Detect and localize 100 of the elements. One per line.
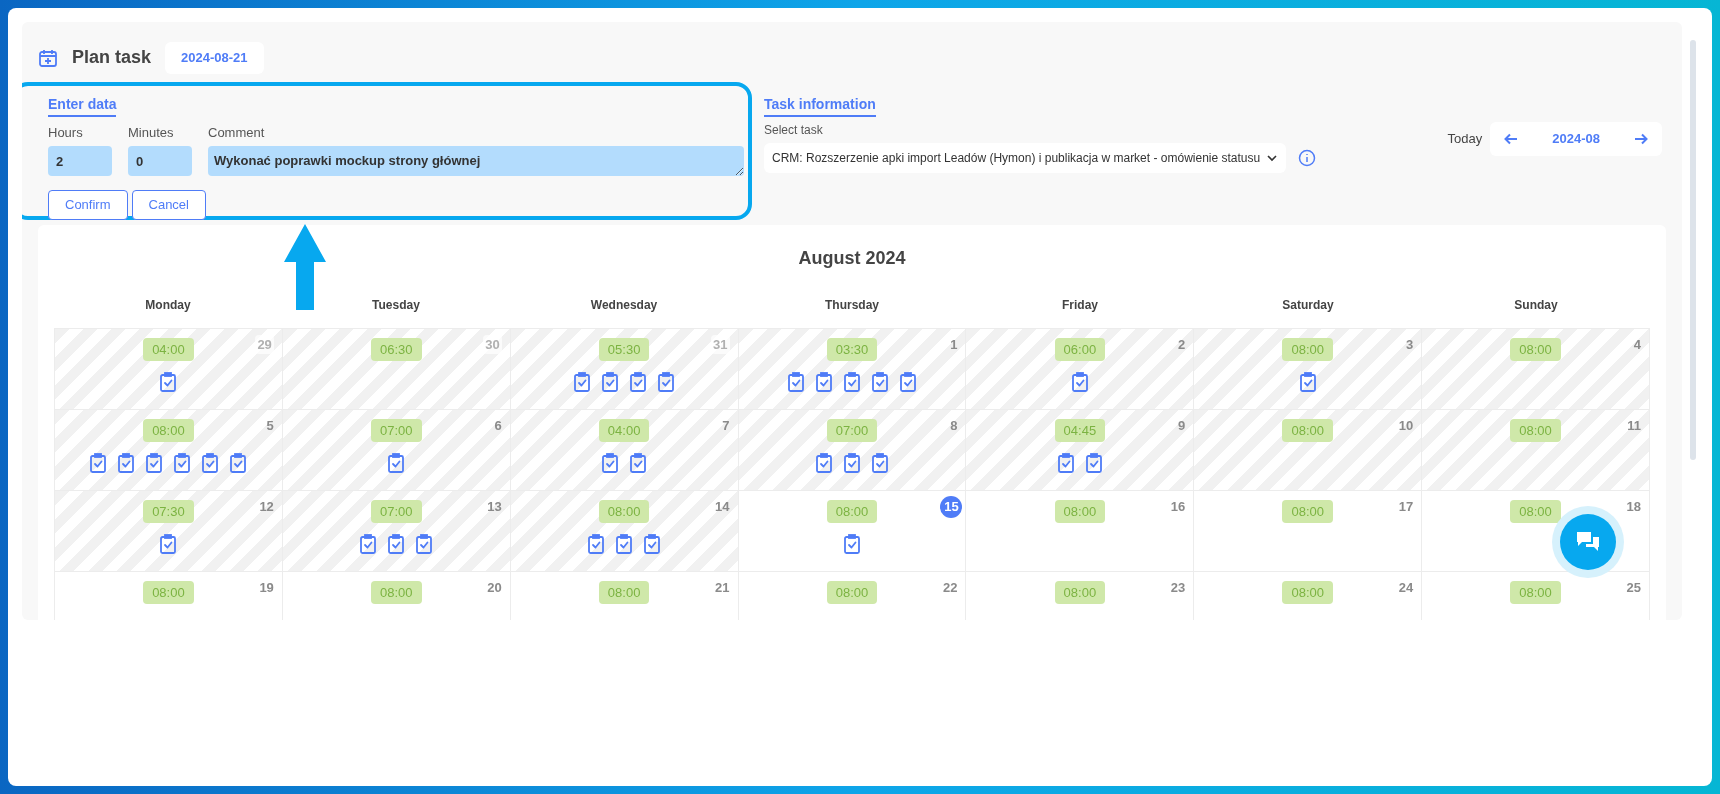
clipboard-check-icon[interactable]	[843, 453, 861, 473]
info-icon[interactable]	[1298, 148, 1317, 167]
task-select[interactable]: CRM: Rozszerzenie apki import Leadów (Hymon) i publikacja w market - omówienie statusu	[764, 142, 1287, 173]
day-cell[interactable]: 08:00 5	[55, 409, 283, 491]
day-number: 12	[259, 497, 274, 516]
hours-badge: 07:00	[371, 499, 422, 523]
day-cell[interactable]: 07:00 8	[738, 409, 967, 491]
hours-badge: 08:00	[1282, 580, 1333, 604]
day-cell[interactable]: 04:00 7	[510, 409, 739, 491]
hours-badge: 08:00	[1510, 337, 1561, 361]
day-cell[interactable]: 08:00 15	[738, 490, 967, 572]
hours-badge: 08:00	[1510, 580, 1561, 604]
hours-badge: 08:00	[1054, 580, 1106, 604]
hours-badge: 04:00	[598, 418, 650, 442]
clipboard-check-icon[interactable]	[117, 453, 136, 473]
clipboard-check-icon[interactable]	[843, 534, 861, 554]
weekday-header: Friday	[1061, 296, 1099, 314]
clipboard-check-icon[interactable]	[89, 453, 108, 473]
day-number: 8	[950, 416, 958, 435]
hours-badge: 06:30	[371, 337, 422, 361]
clipboard-check-icon[interactable]	[601, 453, 620, 473]
day-number: 20	[487, 578, 502, 597]
hours-badge: 08:00	[826, 580, 878, 604]
arrow-right-icon[interactable]	[1634, 131, 1648, 146]
field-label: Select task	[764, 121, 824, 139]
clipboard-check-icon[interactable]	[1056, 453, 1075, 473]
clipboard-check-icon[interactable]	[159, 372, 178, 392]
clipboard-check-icon[interactable]	[843, 372, 861, 392]
day-cell[interactable]: 04:00 29	[55, 328, 283, 410]
today-link[interactable]: Today	[1447, 128, 1483, 149]
weekday-header: Tuesday	[371, 296, 421, 314]
clipboard-check-icon[interactable]	[229, 453, 248, 473]
clipboard-check-icon[interactable]	[387, 453, 406, 473]
clipboard-check-icon[interactable]	[573, 372, 592, 392]
clipboard-check-icon[interactable]	[643, 534, 662, 554]
day-number: 4	[1633, 335, 1641, 354]
day-cell[interactable]: 08:00 14	[510, 490, 739, 572]
day-number: 23	[1170, 578, 1186, 597]
field-label: Minutes	[128, 123, 175, 142]
day-number: 16	[1170, 497, 1186, 516]
day-cell[interactable]: 08:00 4	[1422, 328, 1650, 410]
hours-field[interactable]: 2	[48, 146, 112, 176]
weekday-header: Monday	[144, 296, 192, 314]
hours-badge: 05:30	[598, 337, 650, 361]
day-cell[interactable]: 08:00 16	[966, 490, 1195, 572]
clipboard-check-icon[interactable]	[587, 534, 606, 554]
clipboard-check-icon[interactable]	[415, 534, 434, 554]
hours-badge: 08:00	[1282, 337, 1333, 361]
day-cell[interactable]: 07:00 13	[282, 490, 511, 572]
day-cell[interactable]: 07:30 12	[55, 490, 283, 572]
confirm-button[interactable]: Confirm	[48, 190, 128, 220]
chat-button[interactable]	[1560, 514, 1616, 570]
clipboard-check-icon[interactable]	[871, 372, 889, 392]
clipboard-check-icon[interactable]	[1070, 372, 1089, 392]
day-cell[interactable]: 08:00 11	[1422, 409, 1650, 491]
arrow-left-icon[interactable]	[1504, 131, 1519, 146]
day-cell[interactable]: 08:00 17	[1194, 490, 1423, 572]
clipboard-check-icon[interactable]	[815, 372, 833, 392]
minutes-field[interactable]: 0	[128, 146, 192, 176]
hours-badge: 07:00	[826, 418, 878, 442]
day-number: 3	[1405, 335, 1414, 354]
clipboard-check-icon[interactable]	[1298, 372, 1317, 392]
clipboard-check-icon[interactable]	[899, 372, 917, 392]
clipboard-check-icon[interactable]	[387, 534, 406, 554]
clipboard-check-icon[interactable]	[359, 534, 378, 554]
day-cell[interactable]: 05:30 31	[510, 328, 739, 410]
clipboard-check-icon[interactable]	[629, 453, 648, 473]
clipboard-check-icon[interactable]	[145, 453, 164, 473]
clipboard-check-icon[interactable]	[657, 372, 676, 392]
day-cell[interactable]: 03:30 1	[738, 328, 967, 410]
clipboard-check-icon[interactable]	[629, 372, 648, 392]
day-cell[interactable]: 06:30 30	[282, 328, 511, 410]
clipboard-check-icon[interactable]	[615, 534, 634, 554]
clipboard-check-icon[interactable]	[815, 453, 833, 473]
day-number: 19	[259, 578, 274, 597]
hours-badge: 07:30	[143, 499, 194, 523]
day-number: 25	[1626, 578, 1641, 597]
clipboard-check-icon[interactable]	[601, 372, 620, 392]
clipboard-check-icon[interactable]	[173, 453, 192, 473]
hours-badge: 08:00	[826, 499, 878, 523]
day-cell[interactable]: 08:00 10	[1194, 409, 1423, 491]
day-cell[interactable]: 07:00 6	[282, 409, 511, 491]
hours-badge: 08:00	[1282, 499, 1333, 523]
day-cell[interactable]: 08:00 3	[1194, 328, 1423, 410]
day-number: 30	[483, 334, 502, 354]
hours-badge: 06:00	[1054, 337, 1106, 361]
date-chip[interactable]: 2024-08-21	[165, 42, 264, 74]
clipboard-check-icon[interactable]	[1084, 453, 1103, 473]
comment-field[interactable]: Wykonać poprawki mockup strony głównej	[208, 146, 744, 176]
day-cell[interactable]: 06:00 2	[966, 328, 1195, 410]
hours-badge: 08:00	[1282, 418, 1333, 442]
day-number: 17	[1398, 497, 1414, 516]
day-cell[interactable]: 04:45 9	[966, 409, 1195, 491]
cancel-button[interactable]: Cancel	[131, 190, 206, 220]
day-number: 5	[266, 416, 274, 435]
clipboard-check-icon[interactable]	[787, 372, 805, 392]
clipboard-check-icon[interactable]	[159, 534, 178, 554]
clipboard-check-icon[interactable]	[201, 453, 220, 473]
clipboard-check-icon[interactable]	[871, 453, 889, 473]
hours-badge: 08:00	[1510, 499, 1561, 523]
